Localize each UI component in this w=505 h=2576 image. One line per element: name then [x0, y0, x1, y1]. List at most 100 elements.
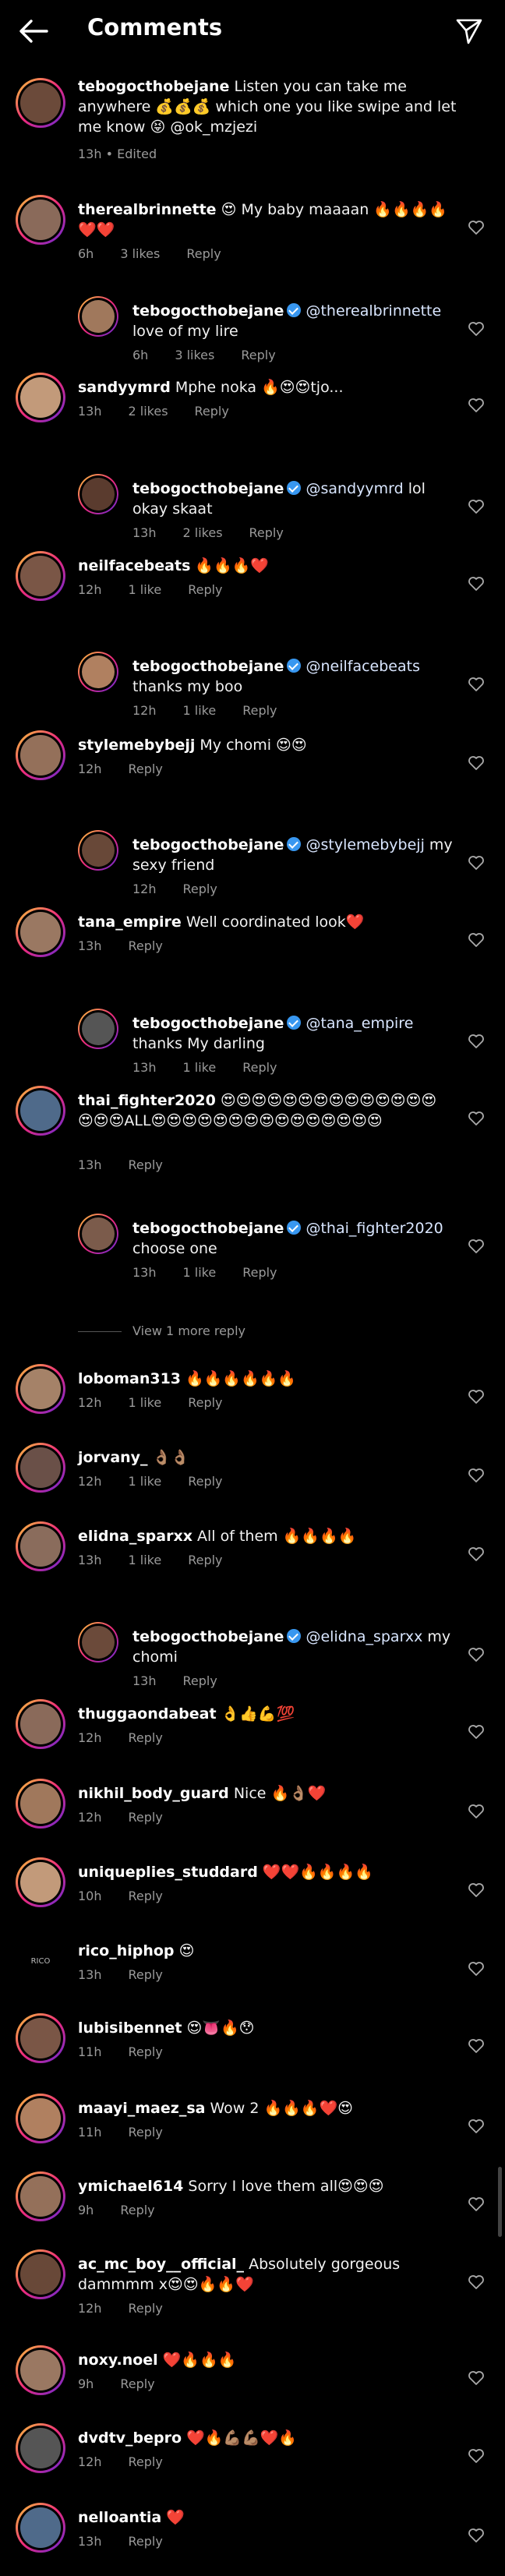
reply-button[interactable]: Reply: [188, 1553, 222, 1567]
avatar[interactable]: [16, 2423, 65, 2473]
avatar[interactable]: [78, 652, 118, 692]
reply-button[interactable]: Reply: [129, 2534, 163, 2549]
reply-button[interactable]: Reply: [242, 703, 277, 718]
comment-likes[interactable]: 1 like: [129, 582, 162, 597]
comment-likes[interactable]: 1 like: [183, 1060, 217, 1075]
avatar[interactable]: [16, 551, 65, 601]
reply-button[interactable]: Reply: [242, 1265, 277, 1280]
avatar[interactable]: [16, 1699, 65, 1749]
avatar[interactable]: [78, 1622, 118, 1663]
heart-icon[interactable]: [468, 499, 485, 514]
reply-button[interactable]: Reply: [183, 882, 217, 896]
comment-username[interactable]: tebogocthobejane: [132, 480, 284, 497]
comment-username[interactable]: ymichael614: [78, 2178, 183, 2195]
view-more-replies[interactable]: View 1 more reply: [78, 1323, 245, 1338]
heart-icon[interactable]: [468, 2118, 485, 2134]
avatar[interactable]: [16, 1364, 65, 1414]
scrollbar[interactable]: [498, 2167, 502, 2237]
reply-button[interactable]: Reply: [129, 938, 163, 953]
comment-username[interactable]: tebogocthobejane: [132, 658, 284, 675]
reply-button[interactable]: Reply: [129, 1889, 163, 1903]
heart-icon[interactable]: [468, 1882, 485, 1898]
comment-username[interactable]: tebogocthobejane: [132, 1628, 284, 1645]
mention-link[interactable]: @elidna_sparxx: [305, 1628, 422, 1645]
comment-username[interactable]: tebogocthobejane: [132, 836, 284, 853]
heart-icon[interactable]: [468, 1389, 485, 1405]
comment-likes[interactable]: 1 like: [183, 1265, 217, 1280]
avatar[interactable]: [78, 474, 118, 514]
heart-icon[interactable]: [468, 1239, 485, 1254]
reply-button[interactable]: Reply: [120, 2203, 154, 2217]
heart-icon[interactable]: [468, 755, 485, 771]
reply-button[interactable]: Reply: [129, 1967, 163, 1982]
heart-icon[interactable]: [468, 932, 485, 948]
comment-username[interactable]: elidna_sparxx: [78, 1528, 192, 1545]
comment-likes[interactable]: 1 like: [129, 1474, 162, 1489]
reply-button[interactable]: Reply: [129, 1157, 163, 1172]
avatar[interactable]: [16, 1779, 65, 1829]
reply-button[interactable]: Reply: [195, 404, 229, 419]
caption-username[interactable]: tebogocthobejane: [78, 78, 229, 95]
avatar[interactable]: [16, 2249, 65, 2299]
comment-username[interactable]: sandyymrd: [78, 379, 171, 396]
heart-icon[interactable]: [468, 398, 485, 413]
reply-button[interactable]: Reply: [129, 1810, 163, 1825]
avatar[interactable]: [78, 1009, 118, 1049]
comment-likes[interactable]: 3 likes: [120, 246, 160, 261]
avatar[interactable]: [16, 2094, 65, 2143]
reply-button[interactable]: Reply: [188, 1395, 222, 1410]
heart-icon[interactable]: [468, 2448, 485, 2464]
comment-username[interactable]: tana_empire: [78, 913, 182, 931]
comment-username[interactable]: neilfacebeats: [78, 557, 190, 574]
comment-username[interactable]: noxy.noel: [78, 2352, 158, 2369]
heart-icon[interactable]: [468, 1724, 485, 1740]
heart-icon[interactable]: [468, 1546, 485, 1562]
comment-username[interactable]: tebogocthobejane: [132, 1220, 284, 1237]
avatar[interactable]: [16, 2345, 65, 2395]
comment-username[interactable]: dvdtv_bepro: [78, 2429, 182, 2447]
back-arrow-icon[interactable]: [17, 17, 48, 45]
comment-username[interactable]: stylemebybejj: [78, 737, 195, 754]
avatar[interactable]: [16, 1521, 65, 1571]
avatar[interactable]: [78, 830, 118, 871]
send-icon[interactable]: [455, 17, 483, 45]
avatar[interactable]: [16, 1086, 65, 1136]
reply-button[interactable]: Reply: [129, 2301, 163, 2316]
avatar[interactable]: [78, 296, 118, 337]
reply-button[interactable]: Reply: [186, 246, 221, 261]
heart-icon[interactable]: [468, 2274, 485, 2290]
reply-button[interactable]: Reply: [188, 582, 222, 597]
comment-username[interactable]: loboman313: [78, 1370, 181, 1387]
heart-icon[interactable]: [468, 1647, 485, 1663]
heart-icon[interactable]: [468, 677, 485, 692]
comment-username[interactable]: ac_mc_boy__official_: [78, 2256, 244, 2273]
avatar[interactable]: [16, 373, 65, 422]
comment-likes[interactable]: 1 like: [129, 1395, 162, 1410]
heart-icon[interactable]: [468, 1804, 485, 1819]
comment-username[interactable]: tebogocthobejane: [132, 1015, 284, 1032]
comment-likes[interactable]: 3 likes: [175, 348, 214, 362]
comment-username[interactable]: lubisibennet: [78, 2019, 182, 2037]
avatar[interactable]: [16, 2171, 65, 2221]
comment-username[interactable]: therealbrinnette: [78, 201, 217, 218]
comment-username[interactable]: rico_hiphop: [78, 1942, 175, 1959]
reply-button[interactable]: Reply: [249, 525, 284, 540]
heart-icon[interactable]: [468, 576, 485, 592]
mention-link[interactable]: @sandyymrd: [305, 480, 403, 497]
avatar[interactable]: [16, 1857, 65, 1907]
heart-icon[interactable]: [468, 2038, 485, 2054]
comment-username[interactable]: nikhil_body_guard: [78, 1785, 229, 1802]
reply-button[interactable]: Reply: [120, 2376, 154, 2391]
heart-icon[interactable]: [468, 220, 485, 235]
heart-icon[interactable]: [468, 1111, 485, 1126]
mention-link[interactable]: @therealbrinnette: [305, 302, 441, 320]
avatar[interactable]: [16, 730, 65, 780]
heart-icon[interactable]: [468, 2196, 485, 2212]
heart-icon[interactable]: [468, 2370, 485, 2386]
comment-username[interactable]: thuggaondabeat: [78, 1705, 217, 1723]
mention-link[interactable]: @stylemebybejj: [305, 836, 424, 853]
heart-icon[interactable]: [468, 1468, 485, 1483]
heart-icon[interactable]: [468, 1034, 485, 1049]
comment-likes[interactable]: 2 likes: [183, 525, 223, 540]
avatar[interactable]: [16, 2013, 65, 2063]
